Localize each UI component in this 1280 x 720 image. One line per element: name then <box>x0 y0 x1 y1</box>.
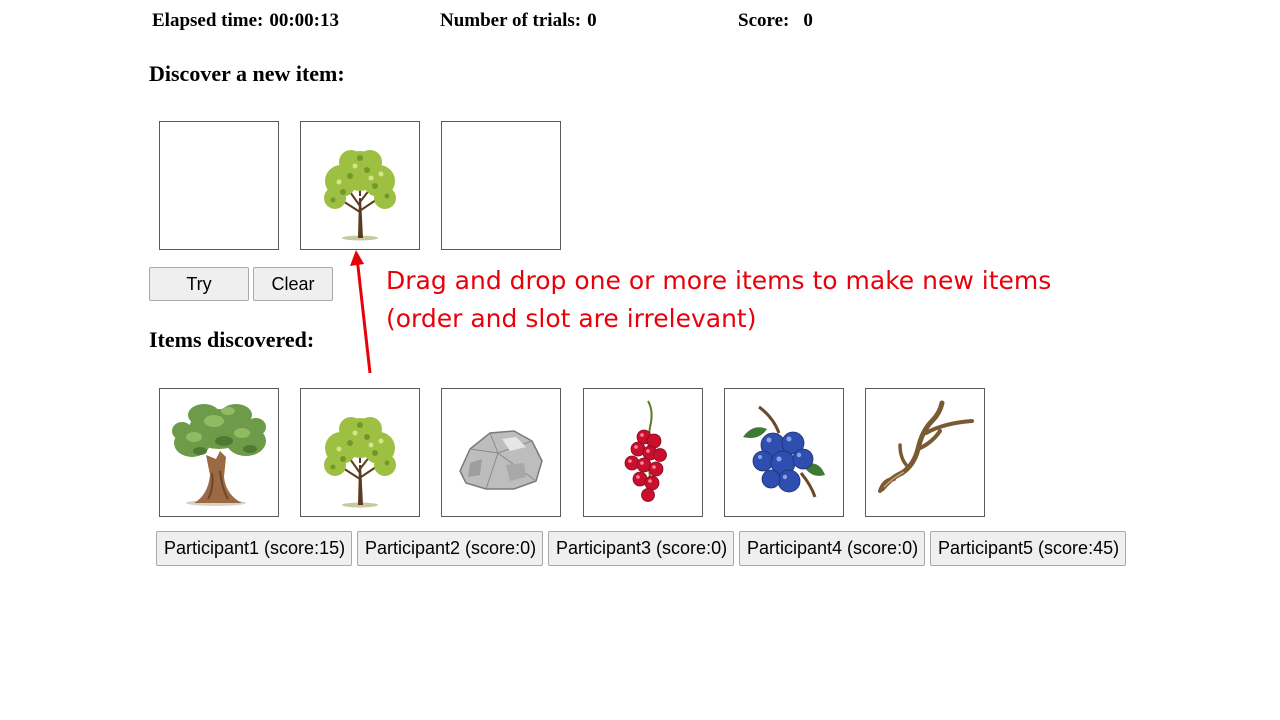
try-button[interactable]: Try <box>149 267 249 301</box>
discovered-item-antler[interactable] <box>865 388 985 517</box>
combine-slot-1[interactable] <box>159 121 279 250</box>
score-label: Score: <box>738 10 790 31</box>
young-tree-icon[interactable] <box>305 393 415 513</box>
annotation-arrow-icon <box>350 250 372 374</box>
trials-label: Number of trials: <box>440 10 582 31</box>
discovered-item-red-currant[interactable] <box>583 388 703 517</box>
combine-slot-3[interactable] <box>441 121 561 250</box>
annotation-text: Drag and drop one or more items to make … <box>386 262 1051 338</box>
trials-value: 0 <box>587 10 597 31</box>
combine-slot-2[interactable] <box>300 121 420 250</box>
elapsed-time-value: 00:00:13 <box>269 10 340 31</box>
elapsed-time-label: Elapsed time: <box>152 10 264 31</box>
score: Score: 0 <box>738 10 813 32</box>
red-currant-icon[interactable] <box>588 393 698 513</box>
participant-1-button[interactable]: Participant1 (score:15) <box>156 531 352 566</box>
participant-5-button[interactable]: Participant5 (score:45) <box>930 531 1126 566</box>
number-of-trials: Number of trials: 0 <box>440 10 597 32</box>
antler-icon[interactable] <box>870 393 980 513</box>
participant-3-button[interactable]: Participant3 (score:0) <box>548 531 734 566</box>
participant-4-button[interactable]: Participant4 (score:0) <box>739 531 925 566</box>
elapsed-time: Elapsed time: 00:00:13 <box>152 10 339 32</box>
rock-icon[interactable] <box>446 393 556 513</box>
participant-2-button[interactable]: Participant2 (score:0) <box>357 531 543 566</box>
annotation-line-2: (order and slot are irrelevant) <box>386 304 757 333</box>
oak-tree-icon[interactable] <box>164 393 274 513</box>
blueberry-icon[interactable] <box>729 393 839 513</box>
discovered-item-oak-tree[interactable] <box>159 388 279 517</box>
score-value: 0 <box>803 10 813 31</box>
discovered-title: Items discovered: <box>149 327 315 352</box>
discovered-item-rock[interactable] <box>441 388 561 517</box>
clear-button[interactable]: Clear <box>253 267 333 301</box>
discover-title: Discover a new item: <box>149 61 345 86</box>
young-tree-icon[interactable] <box>305 126 415 246</box>
discovered-item-young-tree[interactable] <box>300 388 420 517</box>
annotation-line-1: Drag and drop one or more items to make … <box>386 266 1052 295</box>
discovered-item-blueberry[interactable] <box>724 388 844 517</box>
